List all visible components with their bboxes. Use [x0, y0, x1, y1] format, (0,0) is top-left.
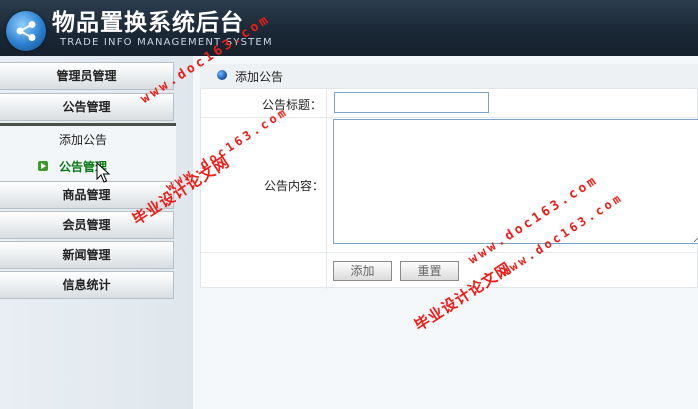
- arrow-right-icon: [38, 161, 48, 171]
- share-logo-icon: [6, 11, 46, 51]
- form-divider: [201, 252, 698, 253]
- sidebar-item-products[interactable]: 商品管理: [0, 181, 174, 209]
- app-subtitle: TRADE INFO MANAGEMENT SYSTEM: [60, 37, 273, 48]
- submenu-item-manage-announcements[interactable]: 公告管理: [0, 156, 176, 178]
- form-column-divider: [326, 89, 327, 289]
- sidebar-item-members[interactable]: 会员管理: [0, 211, 174, 239]
- mouse-cursor-icon: [96, 162, 110, 183]
- section-title: 添加公告: [235, 70, 284, 84]
- content-label: 公告内容：: [264, 179, 325, 193]
- announcement-title-input[interactable]: [334, 92, 489, 113]
- section-header: 添加公告: [200, 64, 698, 89]
- sidebar-item-admin[interactable]: 管理员管理: [0, 62, 174, 90]
- app-header: 物品置换系统后台 TRADE INFO MANAGEMENT SYSTEM: [0, 0, 698, 56]
- title-label: 公告标题：: [262, 98, 323, 112]
- sidebar-item-announcements[interactable]: 公告管理: [0, 93, 174, 121]
- app-title: 物品置换系统后台: [52, 10, 244, 36]
- announcement-submenu: 添加公告 公告管理: [0, 123, 176, 184]
- sidebar-item-statistics[interactable]: 信息统计: [0, 271, 174, 299]
- submenu-item-label: 添加公告: [59, 133, 108, 147]
- form-divider: [201, 117, 698, 118]
- announcement-content-textarea[interactable]: [333, 119, 698, 244]
- submenu-item-add-announcement[interactable]: 添加公告: [0, 129, 176, 151]
- reset-button[interactable]: 重置: [400, 261, 459, 281]
- bullet-icon: [217, 70, 227, 80]
- add-button[interactable]: 添加: [333, 261, 392, 281]
- sidebar-item-news[interactable]: 新闻管理: [0, 241, 174, 269]
